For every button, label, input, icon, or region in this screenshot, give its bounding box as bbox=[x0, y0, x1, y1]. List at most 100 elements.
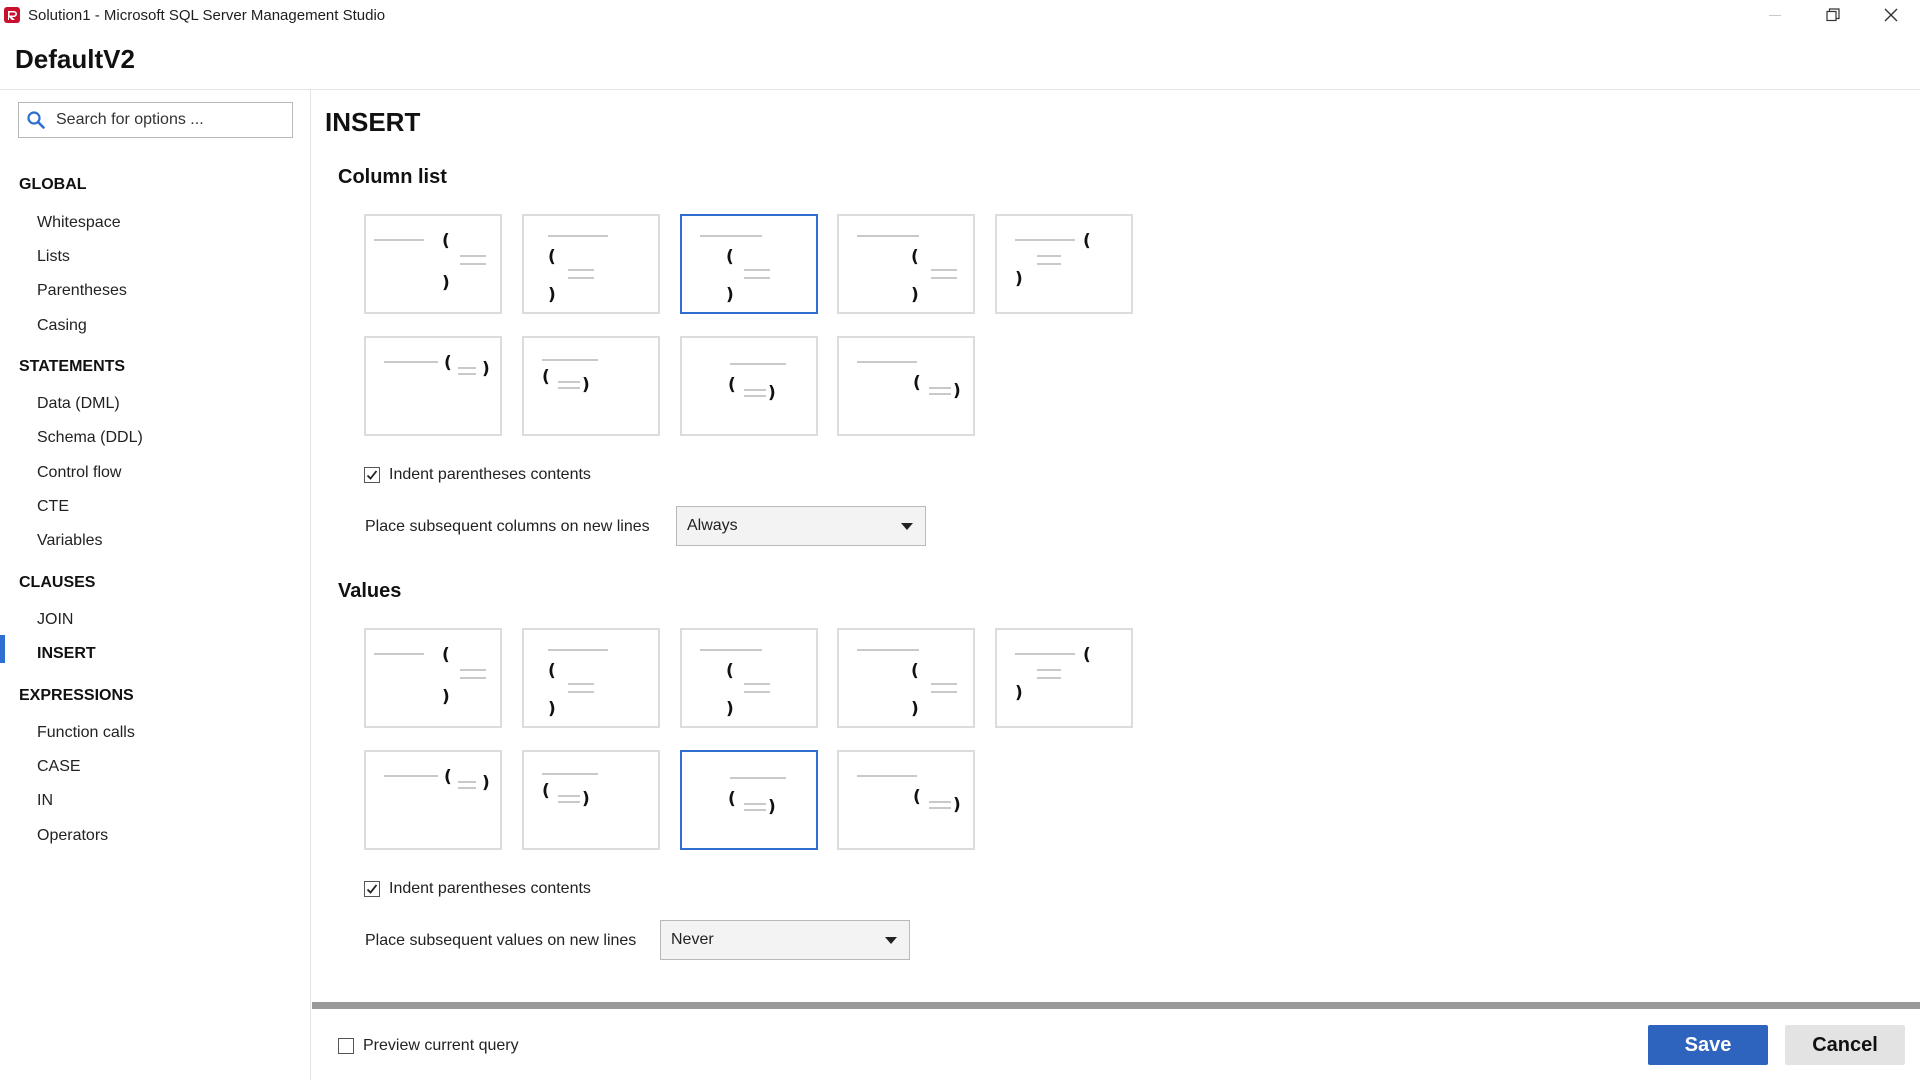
nav-item-casing[interactable]: Casing bbox=[37, 317, 87, 335]
layout-preview-icon: () bbox=[857, 361, 961, 401]
nav-item-variables[interactable]: Variables bbox=[37, 532, 103, 550]
search-icon bbox=[27, 111, 45, 129]
close-icon bbox=[1884, 8, 1898, 22]
svg-text:): ) bbox=[548, 285, 556, 305]
window-controls bbox=[1746, 0, 1920, 30]
values-layout-option-3[interactable]: () bbox=[680, 628, 818, 728]
column-list-layout-option-4[interactable]: () bbox=[837, 214, 975, 314]
svg-text:(: ( bbox=[1083, 231, 1091, 251]
layout-preview-icon: () bbox=[548, 235, 608, 305]
values-layout-option-8[interactable]: () bbox=[680, 750, 818, 850]
svg-text:): ) bbox=[953, 381, 961, 401]
svg-text:(: ( bbox=[548, 661, 556, 681]
nav-item-lists[interactable]: Lists bbox=[37, 248, 70, 266]
values-place-label: Place subsequent values on new lines bbox=[365, 932, 637, 949]
nav-section-global: GLOBAL bbox=[19, 176, 87, 193]
svg-text:(: ( bbox=[728, 789, 736, 809]
nav-section-statements: STATEMENTS bbox=[19, 358, 126, 375]
values-layout-option-2[interactable]: () bbox=[522, 628, 660, 728]
layout-preview-icon: () bbox=[857, 775, 961, 815]
layout-preview-icon: () bbox=[700, 235, 770, 305]
values-layout-option-4[interactable]: () bbox=[837, 628, 975, 728]
svg-text:): ) bbox=[726, 699, 734, 719]
column-list-place-label: Place subsequent columns on new lines bbox=[365, 518, 650, 535]
layout-preview-icon: () bbox=[374, 645, 486, 707]
svg-text:(: ( bbox=[442, 231, 450, 251]
svg-text:): ) bbox=[442, 687, 450, 707]
column-list-place-select[interactable]: Always bbox=[676, 506, 926, 546]
svg-text:(: ( bbox=[444, 767, 452, 787]
values-indent-option[interactable]: Indent parentheses contents bbox=[364, 880, 591, 898]
layout-preview-icon: () bbox=[728, 363, 786, 403]
layout-preview-icon: () bbox=[542, 773, 598, 809]
values-layout-option-5[interactable]: () bbox=[995, 628, 1133, 728]
svg-text:): ) bbox=[911, 285, 919, 305]
redgate-logo-icon bbox=[4, 7, 20, 23]
nav-item-cte[interactable]: CTE bbox=[37, 498, 69, 516]
svg-text:): ) bbox=[953, 795, 961, 815]
column-list-layout-option-5[interactable]: () bbox=[995, 214, 1133, 314]
style-profile-name: DefaultV2 bbox=[15, 44, 135, 74]
search-input[interactable] bbox=[56, 111, 276, 129]
values-indent-checkbox[interactable] bbox=[364, 881, 380, 897]
preview-option[interactable]: Preview current query bbox=[338, 1037, 519, 1055]
values-layout-option-7[interactable]: () bbox=[522, 750, 660, 850]
svg-text:(: ( bbox=[542, 781, 550, 801]
column-list-layout-option-9[interactable]: () bbox=[837, 336, 975, 436]
layout-preview-icon: () bbox=[384, 767, 490, 793]
column-list-layout-option-7[interactable]: () bbox=[522, 336, 660, 436]
title-bar: Solution1 - Microsoft SQL Server Managem… bbox=[0, 0, 1920, 30]
nav-item-function-calls[interactable]: Function calls bbox=[37, 724, 135, 742]
nav-item-data-dml[interactable]: Data (DML) bbox=[37, 395, 120, 413]
svg-text:(: ( bbox=[542, 367, 550, 387]
save-button[interactable]: Save bbox=[1648, 1025, 1768, 1065]
nav-item-control-flow[interactable]: Control flow bbox=[37, 464, 121, 482]
options-panel: INSERT Column list ()()()()()()()()() In… bbox=[312, 90, 1920, 1000]
nav-item-insert[interactable]: INSERT bbox=[37, 645, 96, 663]
window-title: Solution1 - Microsoft SQL Server Managem… bbox=[28, 6, 386, 24]
cancel-button[interactable]: Cancel bbox=[1785, 1025, 1905, 1065]
sidebar: GLOBAL Whitespace Lists Parentheses Casi… bbox=[0, 90, 311, 1080]
nav-item-schema-ddl[interactable]: Schema (DDL) bbox=[37, 429, 143, 447]
active-item-marker bbox=[0, 635, 5, 663]
layout-preview-icon: () bbox=[1015, 645, 1091, 703]
nav-item-operators[interactable]: Operators bbox=[37, 827, 108, 845]
layout-preview-icon: () bbox=[857, 649, 957, 719]
svg-text:): ) bbox=[1015, 683, 1023, 703]
svg-text:): ) bbox=[768, 797, 776, 817]
minimize-button[interactable] bbox=[1746, 0, 1804, 30]
nav-item-join[interactable]: JOIN bbox=[37, 611, 73, 629]
layout-preview-icon: () bbox=[700, 649, 770, 719]
preview-checkbox[interactable] bbox=[338, 1038, 354, 1054]
values-layout-option-6[interactable]: () bbox=[364, 750, 502, 850]
column-list-layout-option-2[interactable]: () bbox=[522, 214, 660, 314]
svg-text:(: ( bbox=[442, 645, 450, 665]
svg-text:): ) bbox=[482, 359, 490, 379]
values-layout-option-9[interactable]: () bbox=[837, 750, 975, 850]
checkmark-icon bbox=[366, 470, 378, 480]
values-layout-option-1[interactable]: () bbox=[364, 628, 502, 728]
nav-item-in[interactable]: IN bbox=[37, 792, 53, 810]
svg-text:): ) bbox=[442, 273, 450, 293]
column-list-layout-option-6[interactable]: () bbox=[364, 336, 502, 436]
column-list-layout-option-1[interactable]: () bbox=[364, 214, 502, 314]
column-list-layout-option-8[interactable]: () bbox=[680, 336, 818, 436]
values-place-value: Never bbox=[671, 931, 714, 948]
close-button[interactable] bbox=[1862, 0, 1920, 30]
nav-item-case[interactable]: CASE bbox=[37, 758, 81, 776]
layout-preview-icon: () bbox=[542, 359, 598, 395]
values-title: Values bbox=[338, 580, 402, 602]
nav-item-whitespace[interactable]: Whitespace bbox=[37, 214, 121, 232]
svg-text:(: ( bbox=[726, 661, 734, 681]
column-list-indent-checkbox[interactable] bbox=[364, 467, 380, 483]
column-list-indent-option[interactable]: Indent parentheses contents bbox=[364, 466, 591, 484]
search-box[interactable] bbox=[18, 102, 293, 138]
values-place-select[interactable]: Never bbox=[660, 920, 910, 960]
layout-preview-icon: () bbox=[374, 231, 486, 293]
svg-text:): ) bbox=[582, 789, 590, 809]
nav-item-parentheses[interactable]: Parentheses bbox=[37, 282, 127, 300]
svg-text:(: ( bbox=[728, 375, 736, 395]
svg-text:): ) bbox=[726, 285, 734, 305]
column-list-layout-option-3[interactable]: () bbox=[680, 214, 818, 314]
restore-button[interactable] bbox=[1804, 0, 1862, 30]
